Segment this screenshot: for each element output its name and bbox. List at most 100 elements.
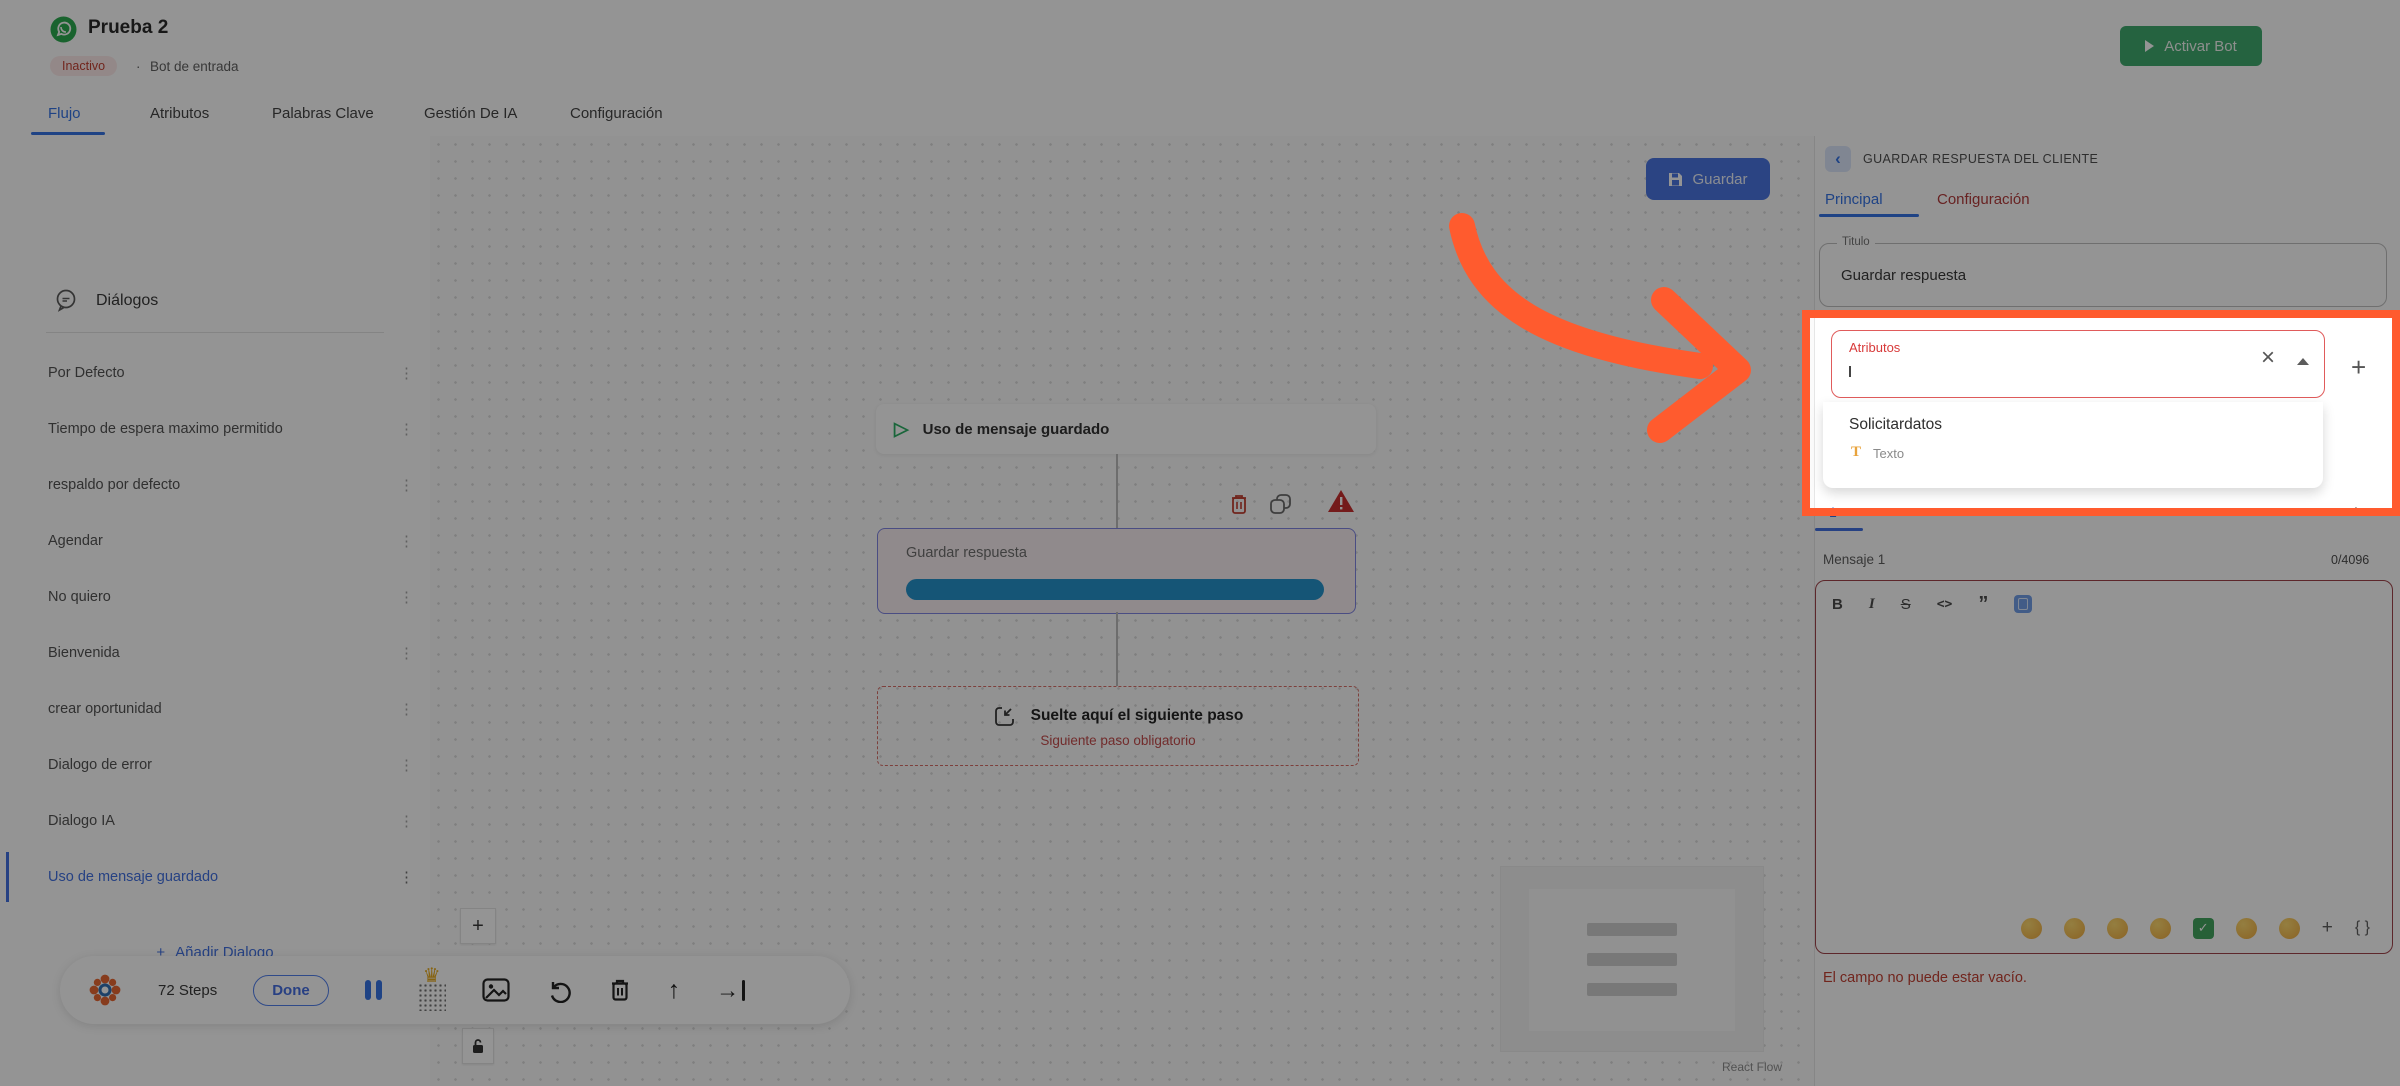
done-button[interactable]: Done	[253, 974, 329, 1006]
app-header: Prueba 2 Inactivo · Bot de entrada Activ…	[0, 0, 2400, 96]
skip-to-end-icon[interactable]: →	[716, 977, 746, 1004]
steps-counter: 72 Steps	[158, 981, 218, 999]
bot-type-label: Bot de entrada	[150, 59, 239, 74]
kebab-menu-icon[interactable]: ⋮	[399, 532, 414, 550]
check-mark-emoji[interactable]: ✓	[2192, 917, 2214, 939]
add-message-tab-button[interactable]: +	[2351, 502, 2361, 522]
chevron-left-icon: ‹	[1835, 149, 1841, 168]
lock-icon	[471, 1038, 485, 1054]
tab-configuracion[interactable]: Configuración	[570, 105, 663, 122]
bold-icon[interactable]: B	[1832, 596, 1843, 613]
panel-title: GUARDAR RESPUESTA DEL CLIENTE	[1863, 152, 2099, 166]
code-icon[interactable]: <>	[1937, 597, 1953, 612]
sidebar-item-bienvenida[interactable]: Bienvenida ⋮	[0, 625, 430, 681]
sidebar-item-uso-mensaje-guardado[interactable]: Uso de mensaje guardado ⋮	[0, 849, 430, 905]
canvas-minimap[interactable]	[1500, 866, 1764, 1052]
premium-crown-icon[interactable]: ♛	[417, 966, 446, 1011]
tab-flujo[interactable]: Flujo	[48, 105, 81, 122]
strikethrough-icon[interactable]: S	[1901, 596, 1911, 613]
blockquote-icon[interactable]: ”	[1978, 594, 1988, 614]
clap-emoji[interactable]	[2106, 917, 2128, 939]
tab-palabras-clave[interactable]: Palabras Clave	[272, 105, 374, 122]
clear-selection-icon[interactable]: ×	[2261, 344, 2275, 372]
sidebar-item-respaldo[interactable]: respaldo por defecto ⋮	[0, 457, 430, 513]
zoom-in-button[interactable]: +	[460, 908, 496, 944]
chat-bubble-icon	[54, 288, 78, 312]
kebab-menu-icon[interactable]: ⋮	[399, 364, 414, 382]
text-type-icon: T	[1851, 444, 1862, 460]
message-tab-underline	[1815, 528, 1863, 531]
panel-back-button[interactable]: ‹	[1825, 146, 1851, 172]
bot-title: Prueba 2	[88, 17, 169, 38]
sidebar-item-no-quiero[interactable]: No quiero ⋮	[0, 569, 430, 625]
kebab-menu-icon[interactable]: ⋮	[399, 812, 414, 830]
image-icon[interactable]	[482, 978, 510, 1002]
sidebar-item-dialogo-ia[interactable]: Dialogo IA ⋮	[0, 793, 430, 849]
dropdown-collapse-icon[interactable]	[2297, 358, 2309, 365]
kebab-menu-icon[interactable]: ⋮	[399, 476, 414, 494]
save-disk-icon	[1668, 172, 1683, 187]
italic-icon[interactable]: I	[1869, 596, 1875, 613]
delete-node-icon[interactable]	[1228, 492, 1250, 516]
play-icon	[2145, 40, 2155, 52]
message-tab-1[interactable]: 1	[1829, 504, 1837, 520]
insert-variable-button[interactable]: { }	[2355, 919, 2370, 937]
tab-atributos[interactable]: Atributos	[150, 105, 209, 122]
sidebar-item-crear-oportunidad[interactable]: crear oportunidad ⋮	[0, 681, 430, 737]
attribute-option-solicitardatos[interactable]: Solicitardatos T Texto	[1823, 402, 2323, 488]
pause-icon[interactable]	[364, 980, 382, 1000]
attribute-progress-pill	[906, 579, 1324, 600]
play-circle-icon: ▷	[894, 418, 909, 440]
export-up-icon[interactable]: ↑	[668, 976, 681, 1005]
whatsapp-icon	[50, 16, 77, 43]
drop-target-requirement: Siguiente paso obligatorio	[1040, 733, 1196, 748]
kebab-menu-icon[interactable]: ⋮	[399, 700, 414, 718]
tab-gestion-de-ia[interactable]: Gestión De IA	[424, 105, 517, 122]
kebab-menu-icon[interactable]: ⋮	[399, 420, 414, 438]
duplicate-node-icon[interactable]	[1268, 492, 1294, 516]
attribute-select[interactable]	[1831, 330, 2325, 398]
smile-emoji[interactable]	[2278, 917, 2300, 939]
step-settings-panel: ‹ GUARDAR RESPUESTA DEL CLIENTE Principa…	[1814, 136, 2400, 1086]
plus-icon: +	[472, 914, 484, 937]
sidebar-item-dialogo-error[interactable]: Dialogo de error ⋮	[0, 737, 430, 793]
sidebar-item-agendar[interactable]: Agendar ⋮	[0, 513, 430, 569]
hug-emoji[interactable]	[2235, 917, 2257, 939]
undo-icon[interactable]	[546, 977, 572, 1003]
pray-emoji[interactable]	[2149, 917, 2171, 939]
title-field-value: Guardar respuesta	[1841, 267, 1967, 284]
panel-tab-configuracion[interactable]: Configuración	[1937, 191, 2030, 208]
kebab-menu-icon[interactable]: ⋮	[399, 644, 414, 662]
flow-node-start[interactable]: ▷ Uso de mensaje guardado	[876, 404, 1376, 454]
message-text-area[interactable]	[1826, 627, 2382, 887]
save-flow-button[interactable]: Guardar	[1646, 158, 1770, 200]
thumbs-up-emoji[interactable]	[2063, 917, 2085, 939]
sidebar-item-tiempo-espera[interactable]: Tiempo de espera maximo permitido ⋮	[0, 401, 430, 457]
flow-node-selected[interactable]: Guardar respuesta	[877, 528, 1356, 614]
add-emoji-button[interactable]: +	[2322, 917, 2333, 939]
warning-icon	[1326, 488, 1356, 514]
active-tab-underline	[31, 132, 105, 135]
activate-bot-button[interactable]: Activar Bot	[2120, 26, 2262, 66]
drop-in-icon	[993, 704, 1017, 728]
minimap-node	[1587, 983, 1677, 996]
kebab-menu-icon[interactable]: ⋮	[399, 756, 414, 774]
trash-icon[interactable]	[608, 977, 632, 1003]
drop-next-step-target[interactable]: Suelte aquí el siguiente paso Siguiente …	[877, 686, 1359, 766]
variable-chip-icon[interactable]	[2014, 595, 2033, 613]
lock-canvas-button[interactable]	[462, 1028, 494, 1064]
minimap-node	[1587, 953, 1677, 966]
message-editor[interactable]: B I S <> ” ✓ + { }	[1815, 580, 2393, 954]
dot-separator: ·	[136, 59, 141, 74]
wave-emoji[interactable]	[2020, 917, 2042, 939]
attribute-select-label: Atributos	[1845, 340, 1905, 355]
sidebar-item-por-defecto[interactable]: Por Defecto ⋮	[0, 345, 430, 401]
panel-tab-principal[interactable]: Principal	[1825, 191, 1883, 208]
canvas-bottom-toolbar: 72 Steps Done ♛ ↑ →	[60, 956, 850, 1024]
main-tab-bar: Flujo Atributos Palabras Clave Gestión D…	[0, 96, 2400, 137]
add-attribute-button[interactable]: +	[2351, 352, 2366, 383]
kebab-menu-icon[interactable]: ⋮	[399, 868, 414, 886]
kebab-menu-icon[interactable]: ⋮	[399, 588, 414, 606]
selected-node-title: Guardar respuesta	[906, 545, 1027, 561]
sidebar-divider	[46, 332, 384, 333]
